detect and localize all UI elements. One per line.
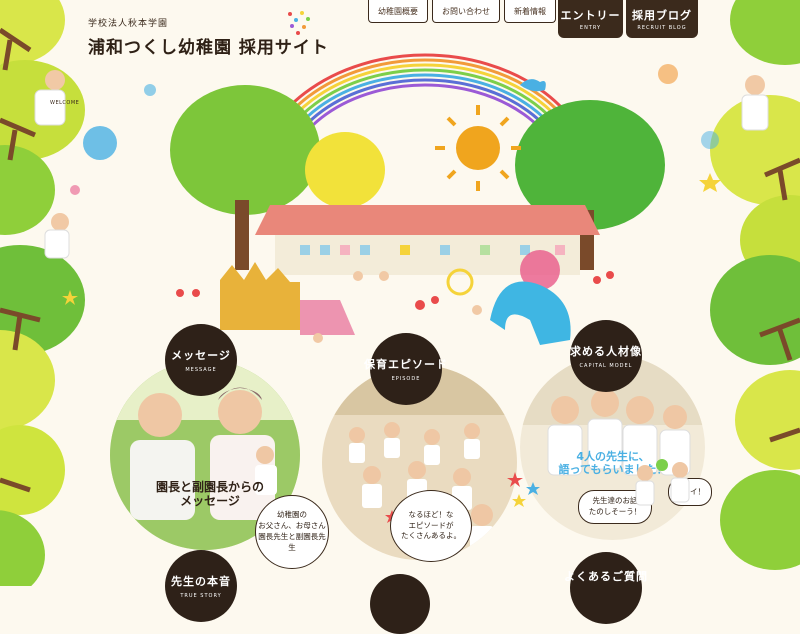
entry-button[interactable]: エントリー ENTRY [558, 0, 623, 38]
episode-speech-bubble: なるほど！な エピソードが たくさんあるよ。 [390, 490, 472, 562]
truestory-title: 先生の本音 [171, 575, 231, 588]
capital-title-en: CAPITAL MODEL [579, 363, 633, 369]
message-speech-bubble: 幼稚園の お父さん、お母さん 園長先生と副園長先生 [255, 495, 329, 569]
message-overlay-text: 園長と副園長からの メッセージ [155, 480, 264, 509]
nav-contact[interactable]: お問い合わせ [432, 0, 500, 23]
nav-about[interactable]: 幼稚園概要 [368, 0, 428, 23]
blog-label-en: RECRUIT BLOG [637, 25, 687, 31]
org-name: 学校法人秋本学園 [88, 19, 169, 29]
entry-label: エントリー [560, 9, 621, 22]
site-brand[interactable]: 学校法人秋本学園 浦和つくし幼稚園 採用サイト [88, 16, 329, 58]
site-title: 浦和つくし幼稚園 採用サイト [88, 38, 329, 58]
stars-decoration [507, 472, 540, 507]
elephant-illustration [490, 281, 571, 345]
recruit-blog-button[interactable]: 採用ブログ RECRUIT BLOG [626, 0, 698, 38]
episode-title: 保育エピソード [364, 358, 448, 371]
kids-jumping [635, 459, 690, 506]
capital-badge[interactable]: 求める人材像 CAPITAL MODEL [570, 320, 642, 392]
bottom-badge-center[interactable] [370, 574, 430, 634]
welcome-sign: WELCOME [50, 100, 80, 106]
capital-title: 求める人材像 [570, 345, 642, 358]
tree-left-canopy [170, 85, 320, 215]
message-title-en: MESSAGE [185, 367, 217, 373]
sun-illustration [435, 105, 521, 191]
faq-badge[interactable]: よくあるご質問 [564, 552, 647, 624]
message-title: メッセージ [171, 349, 231, 362]
entry-label-en: ENTRY [579, 25, 602, 31]
blog-label: 採用ブログ [632, 9, 692, 22]
nav-news[interactable]: 新着情報 [504, 0, 556, 23]
message-badge[interactable]: メッセージ MESSAGE [165, 324, 237, 396]
left-trees [0, 0, 85, 586]
truestory-title-en: TRUE STORY [180, 593, 222, 599]
episode-title-en: EPISODE [391, 376, 421, 382]
episode-badge[interactable]: 保育エピソード EPISODE [364, 333, 447, 405]
truestory-badge[interactable]: 先生の本音 TRUE STORY [165, 550, 237, 622]
faq-title: よくあるご質問 [564, 570, 648, 583]
top-nav: 幼稚園概要 お問い合わせ 新着情報 [368, 0, 560, 23]
